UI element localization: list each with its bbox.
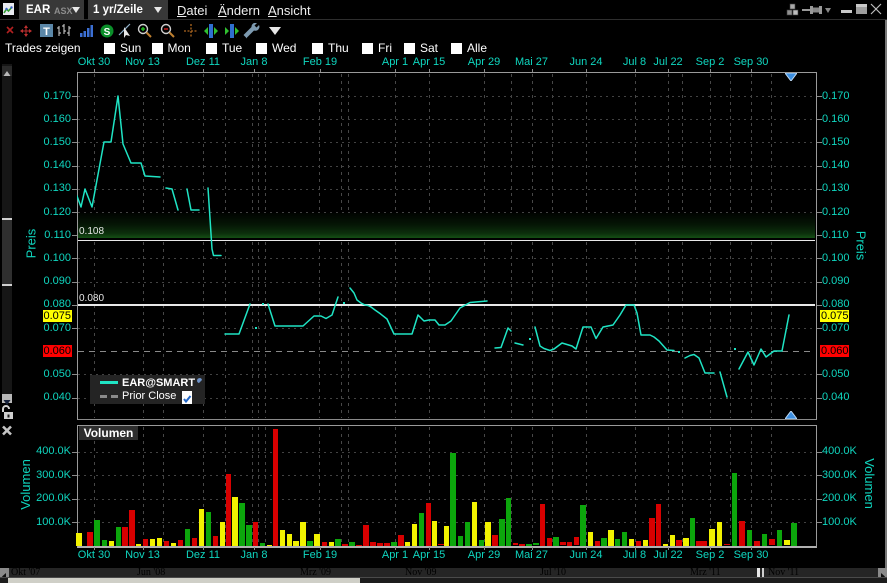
svg-text:S: S — [104, 27, 111, 38]
svg-text:T: T — [43, 26, 50, 38]
